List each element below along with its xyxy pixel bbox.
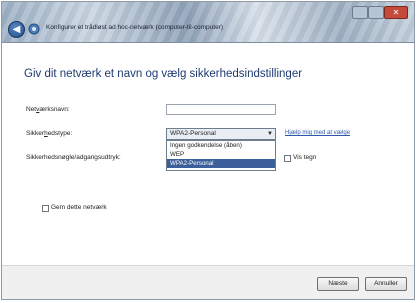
option-wep[interactable]: WEP xyxy=(167,150,275,159)
maximize-button[interactable] xyxy=(368,6,384,19)
network-wizard-icon xyxy=(28,23,40,35)
show-characters-checkbox[interactable] xyxy=(284,155,291,162)
option-open[interactable]: Ingen godkendelse (åben) xyxy=(167,141,275,150)
back-arrow-icon: ◀ xyxy=(12,24,21,35)
next-button[interactable]: Næste xyxy=(317,277,359,291)
back-button[interactable]: ◀ xyxy=(8,21,25,38)
security-type-dropdown: Ingen godkendelse (åben) WEP WPA2-Person… xyxy=(166,140,276,171)
network-name-label: Netværksnavn: xyxy=(26,106,70,113)
security-key-label: Sikkerhedsnøgle/adgangsudtryk: xyxy=(26,154,121,161)
cancel-button[interactable]: Annuller xyxy=(365,277,407,291)
window-title: Konfigurer et trådløst ad hoc-netværk (c… xyxy=(46,24,224,31)
minimize-button[interactable] xyxy=(352,6,368,19)
wizard-window: ✕ ◀ Konfigurer et trådløst ad hoc-netvær… xyxy=(1,1,415,300)
chevron-down-icon: ▼ xyxy=(267,131,273,137)
close-icon: ✕ xyxy=(392,8,400,17)
save-network-checkbox[interactable] xyxy=(42,205,49,212)
option-wpa2-personal[interactable]: WPA2-Personal xyxy=(167,159,275,168)
security-type-select[interactable]: WPA2-Personal ▼ xyxy=(166,128,276,140)
security-type-label: Sikkerhedstype: xyxy=(26,130,73,137)
save-network-label: Gem dette netværk xyxy=(51,204,107,211)
help-choose-link[interactable]: Hjælp mig med at vælge xyxy=(285,130,350,136)
security-type-value: WPA2-Personal xyxy=(170,130,216,137)
show-characters-label: Vis tegn xyxy=(293,154,317,161)
network-name-input[interactable] xyxy=(166,104,276,115)
close-button[interactable]: ✕ xyxy=(384,6,408,19)
page-title: Giv dit netværk et navn og vælg sikkerhe… xyxy=(24,68,303,80)
